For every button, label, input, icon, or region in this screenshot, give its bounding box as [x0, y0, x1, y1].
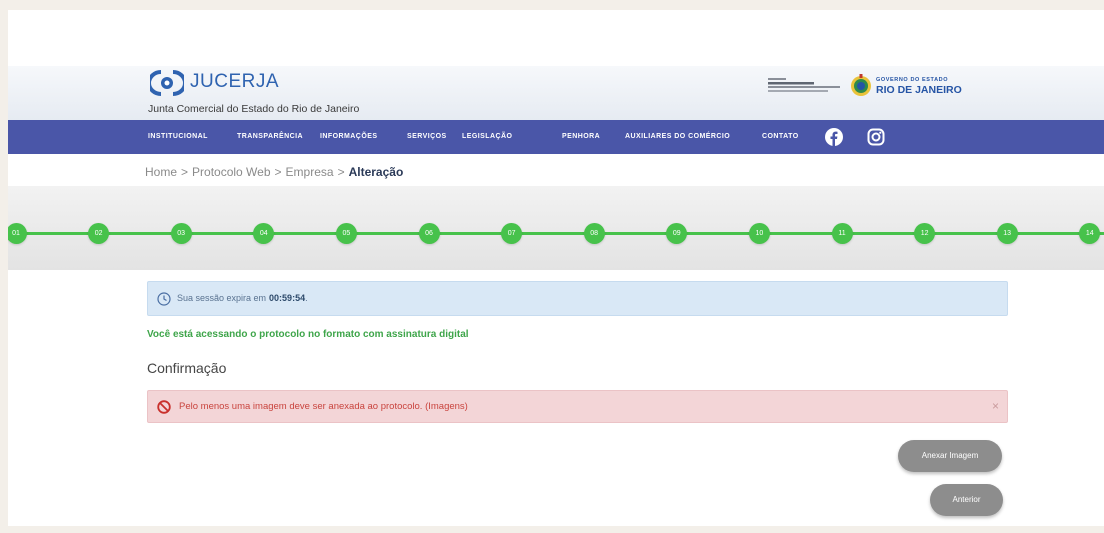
breadcrumb-separator: >: [274, 165, 282, 179]
previous-button[interactable]: Anterior: [930, 484, 1003, 516]
session-message: Sua sessão expira em 00:59:54.: [177, 282, 308, 315]
step-circle: 10: [748, 223, 770, 244]
step-circle: 05: [335, 223, 357, 244]
nav-item-servicos[interactable]: SERVIÇOS: [407, 120, 447, 154]
session-alert: Sua sessão expira em 00:59:54.: [147, 281, 1008, 316]
logo-text[interactable]: JUCERJA: [190, 71, 279, 93]
rio-state-emblem-icon: [850, 74, 872, 98]
nav-item-transparencia[interactable]: TRANSPARÊNCIA: [237, 120, 303, 154]
digital-signature-notice: Você está acessando o protocolo no forma…: [147, 329, 469, 340]
step-circle: 01: [8, 223, 27, 244]
gov-logo-line2: RIO DE JANEIRO: [876, 84, 962, 96]
error-alert: Pelo menos uma imagem deve ser anexada a…: [147, 390, 1008, 423]
jucerja-logo-icon[interactable]: [147, 69, 187, 97]
page: JUCERJA Junta Comercial do Estado do Rio…: [8, 10, 1104, 526]
clock-icon: [157, 292, 171, 306]
breadcrumb-home[interactable]: Home: [145, 165, 177, 179]
breadcrumb-current: Alteração: [348, 165, 404, 179]
instagram-icon[interactable]: [867, 128, 885, 151]
step-circle: 04: [253, 223, 275, 244]
step-circle: 08: [583, 223, 605, 244]
progress-stepper: 01 02 03 04 05 06 07 08 09 10 11 12 13 14: [8, 186, 1104, 270]
session-suffix: .: [305, 293, 308, 303]
breadcrumb-empresa[interactable]: Empresa: [286, 165, 334, 179]
nav-item-auxiliares[interactable]: AUXILIARES DO COMÉRCIO: [625, 120, 730, 154]
session-time: 00:59:54: [269, 293, 306, 303]
step-circle: 11: [831, 223, 853, 244]
error-message: Pelo menos uma imagem deve ser anexada a…: [179, 401, 468, 412]
close-icon[interactable]: ×: [992, 391, 999, 422]
breadcrumb-protocolo-web[interactable]: Protocolo Web: [192, 165, 271, 179]
breadcrumb: Home > Protocolo Web > Empresa > Alteração: [145, 165, 403, 179]
step-circle: 07: [501, 223, 523, 244]
nav-item-contato[interactable]: CONTATO: [762, 120, 799, 154]
secretaria-logo: [768, 77, 842, 94]
step-circle: 13: [996, 223, 1018, 244]
breadcrumb-separator: >: [337, 165, 345, 179]
step-circle: 09: [666, 223, 688, 244]
facebook-icon[interactable]: [825, 128, 843, 151]
nav-item-informacoes[interactable]: INFORMAÇÕES: [320, 120, 377, 154]
step-circle: 12: [914, 223, 936, 244]
main-nav: INSTITUCIONAL TRANSPARÊNCIA INFORMAÇÕES …: [8, 120, 1104, 154]
breadcrumb-separator: >: [181, 165, 189, 179]
ban-icon: [157, 400, 171, 414]
attach-image-button[interactable]: Anexar Imagem: [898, 440, 1002, 472]
nav-item-institucional[interactable]: INSTITUCIONAL: [148, 120, 208, 154]
section-title: Confirmação: [147, 360, 227, 376]
step-circle: 03: [170, 223, 192, 244]
site-header: JUCERJA Junta Comercial do Estado do Rio…: [8, 66, 1104, 120]
nav-item-penhora[interactable]: PENHORA: [562, 120, 600, 154]
logo-subtitle: Junta Comercial do Estado do Rio de Jane…: [148, 103, 360, 115]
gov-logo-line1: GOVERNO DO ESTADO: [876, 77, 949, 83]
step-circle: 14: [1079, 223, 1101, 244]
nav-item-legislacao[interactable]: LEGISLAÇÃO: [462, 120, 512, 154]
step-circle: 06: [418, 223, 440, 244]
step-circle: 02: [88, 223, 110, 244]
session-label: Sua sessão expira em: [177, 293, 267, 303]
